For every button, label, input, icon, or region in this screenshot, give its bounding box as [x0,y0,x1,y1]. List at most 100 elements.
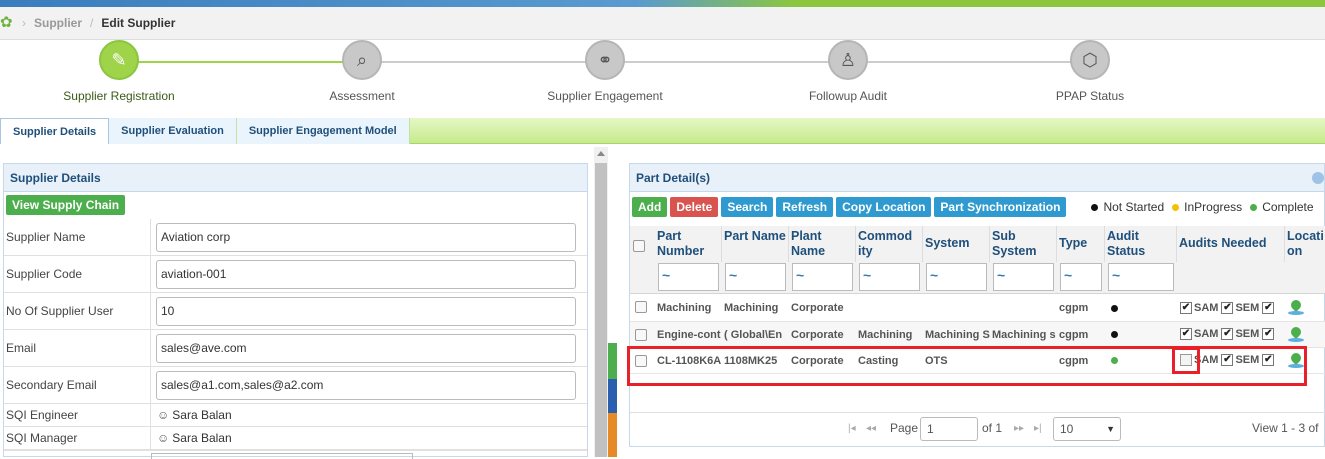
sam-checkbox[interactable]: ✔ [1180,302,1192,314]
add-button[interactable]: Add [632,197,668,217]
filter-part-number[interactable]: ~ [658,263,719,291]
first-page-icon[interactable]: |◂ [848,423,856,434]
cell-part-number: Engine-cont [657,329,721,341]
col-part-name[interactable]: Part Name [722,226,789,262]
partial-input[interactable] [151,453,413,459]
in-progress-dot-icon [1172,203,1180,211]
filter-audit-status[interactable]: ~ [1108,263,1174,291]
location-pin-icon[interactable] [1288,324,1304,340]
select-all-checkbox[interactable] [633,240,645,252]
audits-needed-cell: ✔ SAM ✔ SEM ✔ [1180,328,1276,340]
wizard-step-ppap-status[interactable]: ⬡ PPAP Status [990,40,1190,103]
sem-label: SEM [1235,328,1260,340]
supplier-name-input[interactable]: Aviation corp [156,222,576,252]
sem-checkbox[interactable]: ✔ [1221,328,1234,340]
cell-type: cgpm [1059,329,1089,341]
form-row-supplier-code: Supplier Code aviation-001 [4,256,587,293]
breadcrumb-separator: / [90,16,94,30]
user-icon: ☺ [157,408,170,422]
col-location[interactable]: Locati on [1285,226,1325,262]
col-plant-name[interactable]: Plant Name [789,226,856,262]
collapse-icon[interactable] [1312,172,1324,184]
scroll-thumb[interactable] [595,163,607,457]
cell-plant-name: Corporate [791,329,844,341]
filter-type[interactable]: ~ [1060,263,1102,291]
filter-plant-name[interactable]: ~ [792,263,853,291]
location-pin-icon[interactable] [1288,297,1304,313]
col-audit-status[interactable]: Audit Status [1105,226,1177,262]
extra-audit-checkbox[interactable]: ✔ [1262,302,1275,314]
view-supply-chain-button[interactable]: View Supply Chain [6,195,126,215]
page-size-value: 10 [1060,422,1074,436]
wizard-step-supplier-engagement[interactable]: ⚭ Supplier Engagement [505,40,705,103]
wizard-step-assessment[interactable]: ⌕ Assessment [262,40,462,103]
wizard-step-supplier-registration[interactable]: ✎ Supplier Registration [19,40,219,103]
step-label: Supplier Engagement [547,89,663,103]
tab-supplier-details[interactable]: Supplier Details [0,118,110,144]
page-size-select[interactable]: 10 ▼ [1053,417,1121,441]
col-commodity[interactable]: Commod ity [856,226,923,262]
filter-sub-system[interactable]: ~ [993,263,1054,291]
refresh-button[interactable]: Refresh [776,197,834,217]
supplier-users-input[interactable]: 10 [156,296,576,326]
audits-needed-cell: ✔ SAM ✔ SEM ✔ [1180,302,1276,314]
field-label: Supplier Code [4,256,151,292]
legend-in-progress: InProgress [1184,200,1243,214]
filter-commodity[interactable]: ~ [859,263,920,291]
sqi-engineer-value: Sara Balan [172,408,232,422]
filter-system[interactable]: ~ [926,263,987,291]
col-type[interactable]: Type [1057,226,1105,262]
field-label: Email [4,330,151,366]
page-number-input[interactable]: 1 [920,417,978,441]
extra-audit-checkbox[interactable]: ✔ [1262,328,1275,340]
last-page-icon[interactable]: ▸| [1034,423,1042,434]
sam-checkbox[interactable]: ✔ [1180,328,1192,340]
part-details-panel: Part Detail(s) Add Delete Search Refresh… [629,163,1325,447]
row-checkbox[interactable] [635,329,647,341]
col-part-number[interactable]: Part Number [655,226,722,262]
search-button[interactable]: Search [721,197,774,217]
supplier-code-input[interactable]: aviation-001 [156,259,576,289]
cell-part-number: Machining [657,302,712,314]
highlight-annotation-row [627,346,1307,386]
filter-part-name[interactable]: ~ [725,263,786,291]
cell-commodity: Machining [858,329,913,341]
copy-location-button[interactable]: Copy Location [836,197,932,217]
legend-complete: Complete [1262,200,1314,214]
side-strip-blue [608,379,617,413]
pager: |◂ ◂◂ Page 1 of 1 ▸▸ ▸| 10 ▼ View 1 - 3 … [630,412,1325,444]
col-audits-needed[interactable]: Audits Needed [1177,226,1285,262]
box-icon: ⬡ [1070,40,1110,80]
cell-system: Machining S [925,329,990,341]
vertical-scrollbar[interactable] [594,147,608,457]
panel-title: Part Detail(s) [630,164,1324,192]
field-label: Secondary Email [4,367,151,403]
home-icon[interactable]: ✿ [0,15,14,30]
field-label: SQI Manager [4,427,151,449]
tab-supplier-evaluation[interactable]: Supplier Evaluation [109,118,237,144]
sem-checkbox[interactable]: ✔ [1221,302,1234,314]
next-page-icon[interactable]: ▸▸ [1014,423,1024,434]
table-row[interactable]: Engine-cont ( Global\En Corporate Machin… [630,322,1325,348]
part-sync-button[interactable]: Part Synchronization [934,197,1067,217]
col-sub-system[interactable]: Sub System [990,226,1057,262]
not-started-dot-icon [1091,203,1099,211]
breadcrumb-supplier-link[interactable]: Supplier [34,16,82,30]
step-label: Followup Audit [808,89,888,103]
row-checkbox[interactable] [635,301,647,313]
step-label: PPAP Status [1055,89,1125,103]
grid-toolbar: Add Delete Search Refresh Copy Location … [632,197,1314,217]
secondary-email-input[interactable]: sales@a1.com,sales@a2.com [156,370,576,400]
not-started-status-icon [1111,331,1118,338]
cell-plant-name: Corporate [791,302,844,314]
tab-supplier-engagement-model[interactable]: Supplier Engagement Model [236,118,410,144]
prev-page-icon[interactable]: ◂◂ [866,423,876,434]
delete-button[interactable]: Delete [670,197,719,217]
col-system[interactable]: System [923,226,990,262]
field-label: No Of Supplier User [4,293,151,329]
email-input[interactable]: sales@ave.com [156,333,576,363]
handshake-icon: ⚭ [585,40,625,80]
scroll-up-arrow-icon[interactable] [597,151,605,156]
table-row[interactable]: Machining Machining Corporate cgpm ✔ SAM … [630,294,1325,322]
wizard-step-followup-audit[interactable]: ♙ Followup Audit [748,40,948,103]
